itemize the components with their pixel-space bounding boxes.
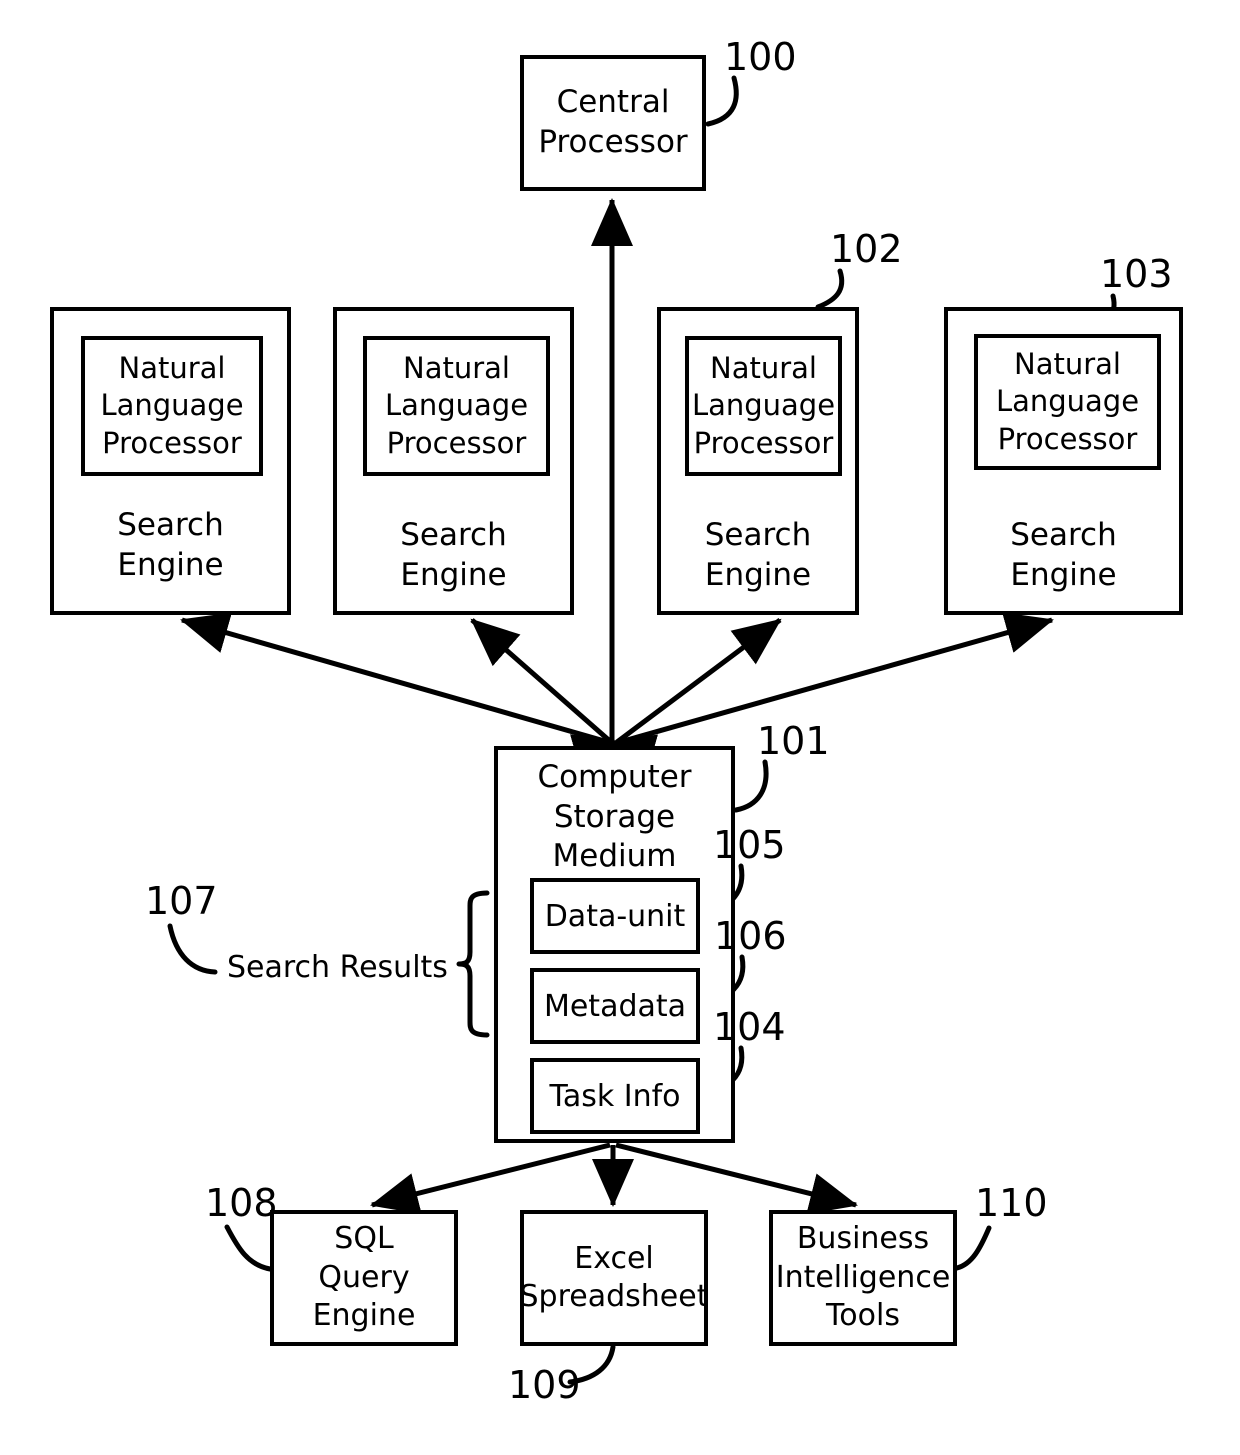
diagram-canvas: Central Processor Natural Language Proce… [0,0,1240,1455]
task-info-label: Task Info [549,1078,681,1114]
metadata-label: Metadata [543,988,687,1024]
business-intelligence-tools-label: Business Intelligence Tools [775,1221,951,1334]
ref-numeral-102: 102 [830,227,903,271]
node-search-engine-3[interactable]: Natural Language Processor Search Engine [657,307,859,615]
storage-slot-data-unit[interactable]: Data-unit [530,878,700,954]
search-results-bracket-label: Search Results [227,950,448,985]
data-unit-label: Data-unit [544,898,686,934]
excel-spreadsheet-label: Excel Spreadsheet [519,1240,709,1314]
arrow-storage-to-search-engine-4 [570,612,1054,775]
ref-numeral-103: 103 [1100,252,1173,296]
arrow-storage-to-search-engine-3 [567,617,782,787]
nlp-label-1: Natural Language Processor [100,351,244,460]
leader-line-110 [954,1225,992,1271]
arrow-storage-to-search-engine-2 [470,618,660,789]
nlp-label-2: Natural Language Processor [384,351,529,460]
nlp-label-3: Natural Language Processor [691,351,836,460]
node-search-engine-4[interactable]: Natural Language Processor Search Engine [944,307,1183,615]
ref-numeral-104: 104 [713,1005,786,1049]
ref-numeral-105: 105 [713,823,786,867]
leader-line-108 [224,1224,273,1272]
arrow-storage-to-bi-tools [615,1142,858,1215]
node-sql-query-engine[interactable]: SQL Query Engine [270,1210,458,1346]
search-engine-label-2: Search Engine [400,517,507,593]
leader-line-107 [167,923,218,975]
leader-line-100 [705,75,739,127]
node-search-engine-1[interactable]: Natural Language Processor Search Engine [50,307,291,615]
search-engine-label-4: Search Engine [1010,517,1117,593]
natural-language-processor-4[interactable]: Natural Language Processor [974,334,1161,470]
node-search-engine-2[interactable]: Natural Language Processor Search Engine [333,307,574,615]
ref-numeral-108: 108 [205,1181,278,1225]
ref-numeral-109: 109 [508,1363,581,1407]
natural-language-processor-3[interactable]: Natural Language Processor [685,336,842,476]
ref-numeral-100: 100 [724,35,797,79]
central-processor-label: Central Processor [538,84,688,160]
ref-numeral-110: 110 [975,1181,1048,1225]
ref-numeral-107: 107 [145,879,218,923]
node-business-intelligence-tools[interactable]: Business Intelligence Tools [769,1210,957,1346]
ref-numeral-106: 106 [714,914,787,958]
natural-language-processor-2[interactable]: Natural Language Processor [363,336,550,476]
sql-query-engine-label: SQL Query Engine [312,1221,416,1334]
node-excel-spreadsheet[interactable]: Excel Spreadsheet [520,1210,708,1346]
ref-numeral-101: 101 [757,719,830,763]
natural-language-processor-1[interactable]: Natural Language Processor [81,336,263,476]
search-results-bracket [456,890,490,1038]
node-central-processor[interactable]: Central Processor [520,55,706,191]
node-computer-storage-medium[interactable]: Computer Storage Medium Data-unit Metada… [494,746,735,1143]
search-engine-label-3: Search Engine [704,517,812,593]
arrow-storage-to-sql-engine [370,1142,611,1215]
nlp-label-4: Natural Language Processor [995,347,1140,456]
search-engine-label-1: Search Engine [117,507,224,583]
arrow-storage-to-search-engine-1 [180,612,659,775]
leader-line-102 [815,268,845,310]
storage-slot-metadata[interactable]: Metadata [530,968,700,1044]
storage-medium-label: Computer Storage Medium [537,759,692,875]
leader-line-101 [733,759,769,813]
storage-slot-task-info[interactable]: Task Info [530,1058,700,1134]
